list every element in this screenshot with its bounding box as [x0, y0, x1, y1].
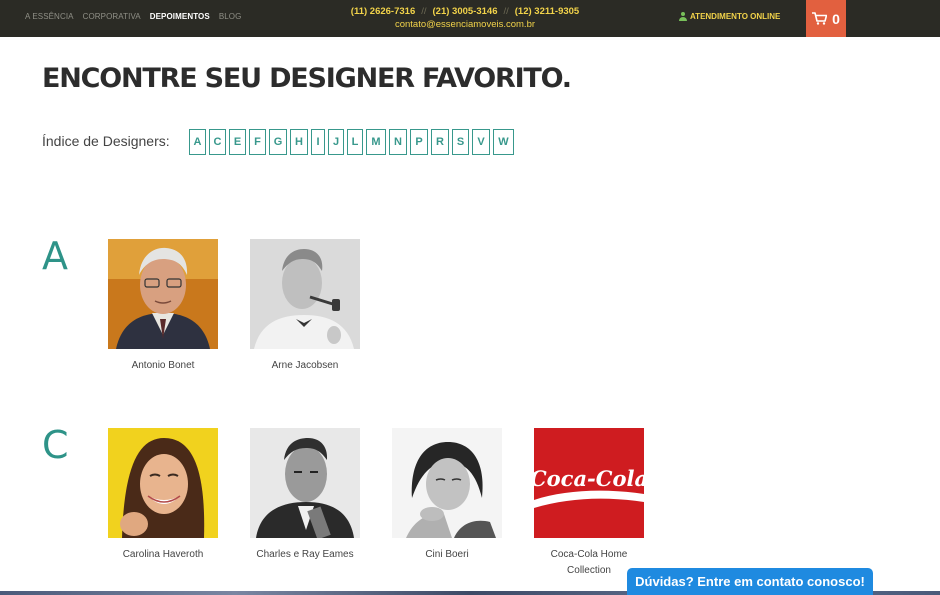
designer-name[interactable]: Arne Jacobsen [245, 358, 365, 374]
nav-link-corporativa[interactable]: CORPORATIVA [83, 12, 141, 21]
nav-link-blog[interactable]: BLOG [219, 12, 242, 21]
designer-index-letters: A C E F G H I J L M N P R S V W [189, 129, 514, 155]
designer-photo[interactable] [250, 239, 360, 349]
designer-photo[interactable] [250, 428, 360, 538]
cart-count: 0 [832, 10, 840, 27]
index-letter-c[interactable]: C [209, 129, 226, 155]
index-letter-j[interactable]: J [328, 129, 344, 155]
top-bar: A ESSÊNCIA CORPORATIVA DEPOIMENTOS BLOG … [0, 0, 940, 37]
index-letter-s[interactable]: S [452, 129, 469, 155]
cart-button[interactable]: 0 [806, 0, 846, 37]
page-title: ENCONTRE SEU DESIGNER FAVORITO. [42, 63, 572, 94]
designer-card[interactable]: Charles e Ray Eames [245, 428, 365, 563]
nav-link-depoimentos[interactable]: DEPOIMENTOS [150, 12, 210, 21]
designer-name[interactable]: Antonio Bonet [103, 358, 223, 374]
designer-card[interactable]: Carolina Haveroth [103, 428, 223, 563]
designer-photo[interactable] [108, 428, 218, 538]
cart-icon [812, 12, 828, 25]
phone-separator: // [503, 6, 509, 17]
nav-link-a-essencia[interactable]: A ESSÊNCIA [25, 12, 74, 21]
designer-photo[interactable] [108, 239, 218, 349]
designer-name[interactable]: Cini Boeri [387, 547, 507, 563]
phone-1[interactable]: (11) 2626-7316 [351, 6, 415, 17]
phone-separator: // [421, 6, 427, 17]
designer-card[interactable]: Cini Boeri [387, 428, 507, 563]
contact-info: (11) 2626-7316 // (21) 3005-3146 // (12) 321… [300, 5, 630, 31]
index-letter-e[interactable]: E [229, 129, 246, 155]
phone-3[interactable]: (12) 3211-9305 [515, 6, 579, 17]
index-letter-p[interactable]: P [410, 129, 428, 155]
designer-index-label: Índice de Designers: [42, 133, 170, 149]
index-letter-f[interactable]: F [249, 129, 266, 155]
atendimento-label: ATENDIMENTO ONLINE [690, 12, 781, 21]
designer-card[interactable]: Coca-Cola Coca-Cola Home Collection [529, 428, 649, 579]
atendimento-online-link[interactable]: ATENDIMENTO ONLINE [679, 12, 780, 21]
index-letter-a[interactable]: A [189, 129, 206, 155]
coca-cola-wordmark: Coca-Cola [534, 466, 644, 491]
designer-name[interactable]: Carolina Haveroth [103, 547, 223, 563]
coca-cola-logo[interactable]: Coca-Cola [534, 428, 644, 538]
designer-name[interactable]: Charles e Ray Eames [245, 547, 365, 563]
designer-photo[interactable] [392, 428, 502, 538]
index-letter-m[interactable]: M [366, 129, 386, 155]
phone-numbers: (11) 2626-7316 // (21) 3005-3146 // (12) 321… [300, 5, 630, 18]
person-icon [679, 12, 687, 21]
index-letter-n[interactable]: N [389, 129, 407, 155]
phone-2[interactable]: (21) 3005-3146 [433, 6, 498, 17]
contact-email[interactable]: contato@essenciamoveis.com.br [300, 18, 630, 31]
designer-card[interactable]: Antonio Bonet [103, 239, 223, 374]
index-letter-r[interactable]: R [431, 129, 449, 155]
designer-card[interactable]: Arne Jacobsen [245, 239, 365, 374]
index-letter-h[interactable]: H [290, 129, 308, 155]
section-letter-a: A [42, 234, 68, 278]
index-letter-v[interactable]: V [472, 129, 490, 155]
index-letter-w[interactable]: W [493, 129, 514, 155]
top-nav: A ESSÊNCIA CORPORATIVA DEPOIMENTOS BLOG [25, 12, 241, 21]
index-letter-i[interactable]: I [311, 129, 325, 155]
chat-widget-button[interactable]: Dúvidas? Entre em contato conosco! [627, 568, 873, 595]
index-letter-g[interactable]: G [269, 129, 287, 155]
section-letter-c: C [42, 423, 69, 467]
index-letter-l[interactable]: L [347, 129, 363, 155]
